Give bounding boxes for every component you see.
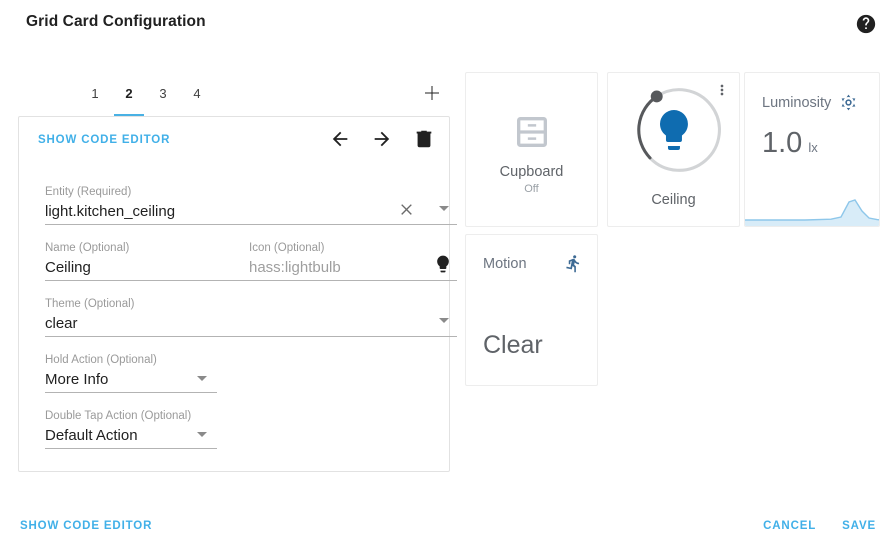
luminosity-card-body: Luminosity 1.0 lx [745, 73, 879, 226]
walk-icon [566, 255, 580, 273]
tab-card-2[interactable]: 2 [112, 73, 146, 116]
tab-card-4[interactable]: 4 [180, 73, 214, 113]
name-field-label: Name (Optional) [45, 242, 130, 254]
dialog-header: Grid Card Configuration [0, 0, 894, 48]
card-editor-column: 1 2 3 4 SHOW CODE EDITOR Entity (Require… [18, 73, 457, 472]
lightbulb-icon [437, 255, 449, 273]
theme-field[interactable]: Theme (Optional) clear [45, 297, 457, 337]
theme-dropdown-caret-down-icon[interactable] [439, 318, 449, 323]
motion-card-title: Motion [483, 255, 527, 272]
theme-field-underline [45, 335, 457, 337]
theme-field-value: clear [45, 315, 78, 332]
arrow-right-icon[interactable] [371, 128, 393, 150]
show-code-editor-link-top[interactable]: SHOW CODE EDITOR [38, 134, 170, 146]
tab-label: 2 [125, 85, 133, 101]
luminosity-card-unit: lx [808, 140, 818, 155]
brightness-icon [841, 94, 856, 111]
save-button[interactable]: SAVE [842, 520, 876, 532]
motion-card-header: Motion [483, 254, 583, 273]
tab-label: 3 [159, 85, 167, 101]
preview-card-cupboard[interactable]: Cupboard Off [465, 72, 598, 227]
tab-card-1[interactable]: 1 [78, 73, 112, 113]
help-circle-icon[interactable] [855, 13, 877, 35]
theme-field-label: Theme (Optional) [45, 298, 135, 310]
close-icon[interactable] [398, 201, 415, 218]
add-card-button[interactable] [420, 81, 444, 105]
cancel-button[interactable]: CANCEL [763, 520, 816, 532]
double-tap-action-dropdown-caret-down-icon[interactable] [197, 432, 207, 437]
cupboard-card-name: Cupboard [499, 163, 564, 180]
brightness-dial-slider[interactable] [626, 83, 722, 179]
double-tap-action-field-label: Double Tap Action (Optional) [45, 410, 192, 422]
trash-icon[interactable] [413, 128, 435, 150]
entity-dropdown-caret-down-icon[interactable] [439, 206, 449, 211]
preview-card-ceiling[interactable]: Ceiling [607, 72, 740, 227]
card-config-panel: SHOW CODE EDITOR Entity (Required) light… [18, 116, 457, 472]
luminosity-card-reading: 1.0 lx [762, 129, 818, 158]
ceiling-card-body: Ceiling [608, 73, 739, 226]
icon-field-value: hass:lightbulb [249, 259, 341, 276]
preview-card-motion[interactable]: Motion Clear [465, 234, 598, 386]
name-field[interactable]: Name (Optional) Ceiling [45, 241, 250, 281]
page-title: Grid Card Configuration [26, 13, 206, 30]
name-field-value: Ceiling [45, 259, 91, 276]
icon-field[interactable]: Icon (Optional) hass:lightbulb [249, 241, 457, 281]
motion-card-state: Clear [483, 331, 543, 359]
entity-field-label: Entity (Required) [45, 186, 132, 198]
arrow-left-icon[interactable] [329, 128, 351, 150]
luminosity-card-title: Luminosity [762, 94, 832, 111]
hold-action-field-underline [45, 391, 217, 393]
tab-card-3[interactable]: 3 [146, 73, 180, 113]
hold-action-field[interactable]: Hold Action (Optional) More Info [45, 353, 217, 393]
card-tabs: 1 2 3 4 [18, 73, 450, 116]
icon-field-underline [249, 279, 457, 281]
double-tap-action-field-value: Default Action [45, 427, 138, 444]
motion-card-body: Motion Clear [466, 235, 597, 385]
hold-action-dropdown-caret-down-icon[interactable] [197, 376, 207, 381]
ceiling-card-name: Ceiling [651, 192, 696, 208]
hold-action-field-label: Hold Action (Optional) [45, 354, 157, 366]
show-code-editor-button[interactable]: SHOW CODE EDITOR [20, 520, 152, 532]
plus-icon [425, 86, 439, 100]
hold-action-field-value: More Info [45, 371, 109, 388]
cupboard-icon [516, 116, 547, 147]
card-nav-actions [329, 128, 435, 150]
help-circle-glyph [856, 14, 876, 34]
entity-field[interactable]: Entity (Required) light.kitchen_ceiling [45, 185, 457, 225]
entity-field-value: light.kitchen_ceiling [45, 203, 176, 220]
name-field-underline [45, 279, 250, 281]
dialog-footer: SHOW CODE EDITOR CANCEL SAVE [0, 506, 894, 550]
icon-field-label: Icon (Optional) [249, 242, 325, 254]
tab-label: 1 [91, 85, 99, 101]
entity-field-underline [45, 223, 457, 225]
luminosity-card-header: Luminosity [762, 93, 858, 112]
tab-label: 4 [193, 85, 201, 101]
cupboard-card-body: Cupboard Off [466, 73, 597, 226]
cupboard-card-state: Off [524, 182, 539, 195]
double-tap-action-field[interactable]: Double Tap Action (Optional) Default Act… [45, 409, 217, 449]
double-tap-action-field-underline [45, 447, 217, 449]
dialog-content: 1 2 3 4 SHOW CODE EDITOR Entity (Require… [0, 48, 894, 506]
luminosity-card-value: 1.0 [762, 127, 803, 159]
preview-card-luminosity[interactable]: Luminosity 1.0 lx [744, 72, 880, 227]
footer-actions: CANCEL SAVE [763, 520, 876, 532]
luminosity-history-sparkline [745, 199, 879, 226]
